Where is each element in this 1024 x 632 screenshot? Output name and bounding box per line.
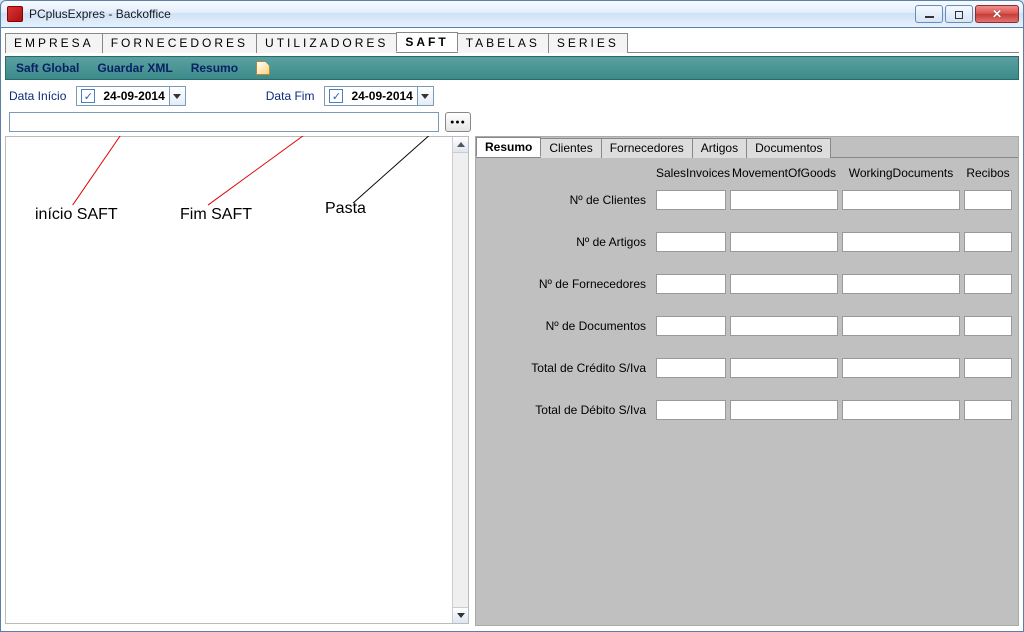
date-start-dropdown[interactable] [169, 87, 185, 105]
subtab-clientes[interactable]: Clientes [540, 138, 601, 158]
maximize-button[interactable] [945, 5, 973, 23]
app-icon [7, 6, 23, 22]
cell-credito-sales[interactable] [656, 358, 726, 378]
label-total-credito: Total de Crédito S/Iva [482, 361, 652, 375]
path-input[interactable] [9, 112, 439, 132]
scroll-down-button[interactable] [453, 607, 468, 623]
cell-credito-working[interactable] [842, 358, 960, 378]
cell-artigos-sales[interactable] [656, 232, 726, 252]
close-button[interactable]: ✕ [975, 5, 1019, 23]
cell-clientes-sales[interactable] [656, 190, 726, 210]
row-num-artigos: Nº de Artigos [482, 232, 1012, 252]
window-titlebar: PCplusExpres - Backoffice ✕ [0, 0, 1024, 28]
cell-fornecedores-sales[interactable] [656, 274, 726, 294]
cell-fornecedores-working[interactable] [842, 274, 960, 294]
left-pane: início SAFT Fim SAFT Pasta [5, 136, 469, 626]
summary-tabs: Resumo Clientes Fornecedores Artigos Doc… [476, 137, 1018, 158]
date-end-checkbox[interactable]: ✓ [329, 89, 343, 103]
row-num-documentos: Nº de Documentos [482, 316, 1012, 336]
tab-empresa[interactable]: EMPRESA [5, 33, 103, 53]
tab-utilizadores[interactable]: UTILIZADORES [256, 33, 397, 53]
cell-documentos-sales[interactable] [656, 316, 726, 336]
toolbar-resumo[interactable]: Resumo [191, 61, 238, 75]
toolbar-guardar-xml[interactable]: Guardar XML [97, 61, 172, 75]
tab-saft[interactable]: SAFT [396, 32, 457, 52]
subtab-documentos[interactable]: Documentos [746, 138, 831, 158]
cell-artigos-recibos[interactable] [964, 232, 1012, 252]
date-row: Data Início ✓ 24-09-2014 Data Fim ✓ 24-0… [5, 80, 1019, 112]
date-start-label: Data Início [9, 89, 66, 103]
cell-debito-sales[interactable] [656, 400, 726, 420]
window-buttons: ✕ [915, 5, 1019, 23]
cell-credito-recibos[interactable] [964, 358, 1012, 378]
label-num-artigos: Nº de Artigos [482, 235, 652, 249]
summary-body: SalesInvoices MovementOfGoods WorkingDoc… [476, 158, 1018, 450]
subtab-resumo[interactable]: Resumo [476, 137, 541, 157]
cell-artigos-movement[interactable] [730, 232, 838, 252]
date-end-combo[interactable]: ✓ 24-09-2014 [324, 86, 433, 106]
cell-documentos-working[interactable] [842, 316, 960, 336]
row-num-clientes: Nº de Clientes [482, 190, 1012, 210]
window-title: PCplusExpres - Backoffice [29, 7, 171, 21]
window-client: EMPRESA FORNECEDORES UTILIZADORES SAFT T… [0, 28, 1024, 632]
label-num-documentos: Nº de Documentos [482, 319, 652, 333]
label-total-debito: Total de Débito S/Iva [482, 403, 652, 417]
cell-debito-working[interactable] [842, 400, 960, 420]
date-end-label: Data Fim [266, 89, 315, 103]
date-end-dropdown[interactable] [417, 87, 433, 105]
row-total-credito: Total de Crédito S/Iva [482, 358, 1012, 378]
col-salesinvoices: SalesInvoices [656, 166, 726, 180]
chevron-down-icon [421, 94, 429, 99]
cell-clientes-movement[interactable] [730, 190, 838, 210]
cell-debito-recibos[interactable] [964, 400, 1012, 420]
cell-credito-movement[interactable] [730, 358, 838, 378]
cell-fornecedores-recibos[interactable] [964, 274, 1012, 294]
content-panes: início SAFT Fim SAFT Pasta Resumo Client… [5, 136, 1019, 626]
cell-documentos-movement[interactable] [730, 316, 838, 336]
date-start-combo[interactable]: ✓ 24-09-2014 [76, 86, 185, 106]
annotation-pasta-label: Pasta [325, 200, 366, 218]
col-workingdocuments: WorkingDocuments [842, 166, 960, 180]
saft-toolbar: Saft Global Guardar XML Resumo [5, 56, 1019, 80]
browse-button[interactable]: ●●● [445, 112, 471, 132]
path-row: ●●● [5, 112, 1019, 136]
col-movementofgoods: MovementOfGoods [730, 166, 838, 180]
date-end-value: 24-09-2014 [347, 89, 416, 103]
date-start-checkbox[interactable]: ✓ [81, 89, 95, 103]
date-start-value: 24-09-2014 [99, 89, 168, 103]
cell-clientes-working[interactable] [842, 190, 960, 210]
scroll-up-button[interactable] [453, 137, 468, 153]
cell-clientes-recibos[interactable] [964, 190, 1012, 210]
row-total-debito: Total de Débito S/Iva [482, 400, 1012, 420]
toolbar-saft-global[interactable]: Saft Global [16, 61, 79, 75]
col-recibos: Recibos [964, 166, 1012, 180]
tab-fornecedores[interactable]: FORNECEDORES [102, 33, 257, 53]
right-pane: Resumo Clientes Fornecedores Artigos Doc… [475, 136, 1019, 626]
main-tabs: EMPRESA FORNECEDORES UTILIZADORES SAFT T… [5, 32, 1019, 53]
vertical-scrollbar[interactable] [452, 137, 468, 623]
label-num-fornecedores: Nº de Fornecedores [482, 277, 652, 291]
row-num-fornecedores: Nº de Fornecedores [482, 274, 1012, 294]
cell-artigos-working[interactable] [842, 232, 960, 252]
label-num-clientes: Nº de Clientes [482, 193, 652, 207]
cell-documentos-recibos[interactable] [964, 316, 1012, 336]
cell-debito-movement[interactable] [730, 400, 838, 420]
toolbar-wizard-icon[interactable] [256, 61, 270, 75]
subtab-artigos[interactable]: Artigos [692, 138, 747, 158]
tab-series[interactable]: SERIES [548, 33, 628, 53]
minimize-button[interactable] [915, 5, 943, 23]
tab-tabelas[interactable]: TABELAS [457, 33, 549, 53]
cell-fornecedores-movement[interactable] [730, 274, 838, 294]
annotation-fim-label: Fim SAFT [180, 206, 252, 224]
annotation-inicio-label: início SAFT [35, 206, 118, 224]
summary-column-headers: SalesInvoices MovementOfGoods WorkingDoc… [482, 166, 1012, 180]
chevron-down-icon [173, 94, 181, 99]
subtab-fornecedores[interactable]: Fornecedores [601, 138, 693, 158]
